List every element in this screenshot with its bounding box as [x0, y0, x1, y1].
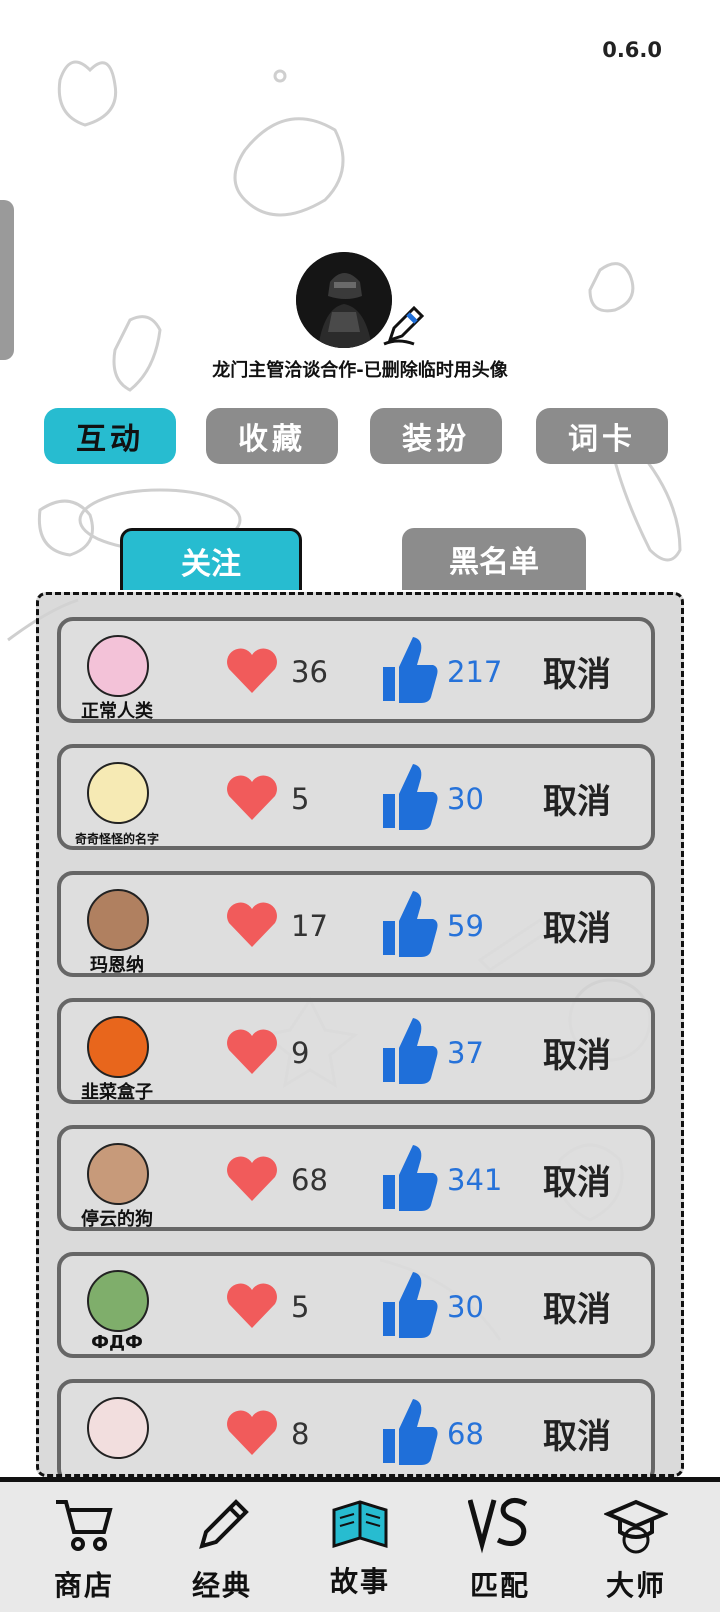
list-item: 韭菜盒子 9 37 取消 — [57, 998, 655, 1104]
unfollow-button[interactable]: 取消 — [543, 1155, 611, 1204]
unfollow-button[interactable]: 取消 — [543, 774, 611, 823]
list-item: 玛恩纳 17 59 取消 — [57, 871, 655, 977]
thumbs-up-icon — [383, 891, 438, 957]
like-count: 30 — [447, 1290, 484, 1324]
user-avatar[interactable] — [87, 635, 149, 697]
list-item: 8 68 取消 — [57, 1379, 655, 1474]
nav-shop[interactable]: 商店 — [24, 1482, 144, 1612]
like-count: 37 — [447, 1036, 484, 1070]
nav-story[interactable]: 故事 — [300, 1482, 420, 1612]
unfollow-button[interactable]: 取消 — [543, 1282, 611, 1331]
edit-profile-icon[interactable] — [378, 300, 426, 348]
user-avatar[interactable] — [87, 762, 149, 824]
subtab-blacklist[interactable]: 黑名单 — [402, 528, 586, 590]
subtab-follow[interactable]: 关注 — [120, 528, 302, 590]
thumbs-up-icon — [383, 637, 438, 703]
heart-icon — [227, 775, 277, 820]
tab-outfit[interactable]: 装扮 — [370, 408, 502, 464]
thumbs-up-icon — [383, 1018, 438, 1084]
version-label: 0.6.0 — [602, 38, 662, 62]
user-name: 韭菜盒子 — [81, 1082, 153, 1103]
nav-master[interactable]: 大师 — [576, 1482, 696, 1612]
graduation-cap-icon — [604, 1499, 668, 1554]
like-count: 59 — [447, 909, 484, 943]
heart-count: 68 — [291, 1163, 328, 1197]
like-count: 30 — [447, 782, 484, 816]
like-count: 341 — [447, 1163, 503, 1197]
like-count: 217 — [447, 655, 503, 689]
user-name: 正常人类 — [81, 701, 153, 722]
user-name: 玛恩纳 — [90, 955, 144, 976]
nav-label: 大师 — [605, 1569, 666, 1602]
thumbs-up-icon — [383, 1272, 438, 1338]
nav-label: 商店 — [53, 1569, 114, 1602]
heart-icon — [227, 648, 277, 693]
heart-icon — [227, 902, 277, 947]
list-item: 停云的狗 68 341 取消 — [57, 1125, 655, 1231]
heart-icon — [227, 1283, 277, 1328]
unfollow-button[interactable]: 取消 — [543, 647, 611, 696]
list-item: ФДФ 5 30 取消 — [57, 1252, 655, 1358]
follow-list-panel[interactable]: 正常人类 36 217 取消 奇奇怪怪的名字 5 30 取消 玛恩纳 17 59… — [36, 592, 684, 1477]
user-name: 停云的狗 — [81, 1209, 153, 1230]
pencil-icon — [199, 1499, 249, 1549]
unfollow-button[interactable]: 取消 — [543, 901, 611, 950]
cart-icon — [56, 1500, 113, 1551]
user-name: ФДФ — [91, 1332, 143, 1353]
heart-count: 5 — [291, 782, 310, 816]
nav-label: 匹配 — [469, 1569, 530, 1602]
heart-icon — [227, 1156, 277, 1201]
unfollow-button[interactable]: 取消 — [543, 1028, 611, 1077]
unfollow-button[interactable]: 取消 — [543, 1409, 611, 1458]
list-item: 奇奇怪怪的名字 5 30 取消 — [57, 744, 655, 850]
nav-match[interactable]: 匹配 — [440, 1482, 560, 1612]
heart-count: 8 — [291, 1417, 310, 1451]
profile-username: 龙门主管洽谈合作-已删除临时用头像 — [212, 360, 508, 381]
user-avatar[interactable] — [87, 1143, 149, 1205]
thumbs-up-icon — [383, 1399, 438, 1465]
like-count: 68 — [447, 1417, 484, 1451]
nav-label: 经典 — [191, 1569, 252, 1602]
vs-icon — [468, 1498, 528, 1554]
heart-count: 17 — [291, 909, 328, 943]
user-avatar[interactable] — [87, 1016, 149, 1078]
user-avatar[interactable] — [87, 1397, 149, 1459]
heart-count: 9 — [291, 1036, 310, 1070]
tab-favorites[interactable]: 收藏 — [206, 408, 338, 464]
thumbs-up-icon — [383, 764, 438, 830]
nav-classic[interactable]: 经典 — [162, 1482, 282, 1612]
thumbs-up-icon — [383, 1145, 438, 1211]
user-avatar[interactable] — [87, 889, 149, 951]
list-item: 正常人类 36 217 取消 — [57, 617, 655, 723]
tab-interaction[interactable]: 互动 — [44, 408, 176, 464]
heart-count: 36 — [291, 655, 328, 689]
book-icon — [332, 1500, 388, 1549]
user-name: 奇奇怪怪的名字 — [74, 832, 159, 846]
user-avatar[interactable] — [87, 1270, 149, 1332]
nav-label: 故事 — [329, 1565, 390, 1598]
tab-word-cards[interactable]: 词卡 — [536, 408, 668, 464]
heart-count: 5 — [291, 1290, 310, 1324]
heart-icon — [227, 1410, 277, 1455]
side-drawer-handle[interactable] — [0, 200, 14, 360]
bottom-navigation: 商店 经典 故事 匹配 大师 — [0, 1477, 720, 1612]
heart-icon — [227, 1029, 277, 1074]
